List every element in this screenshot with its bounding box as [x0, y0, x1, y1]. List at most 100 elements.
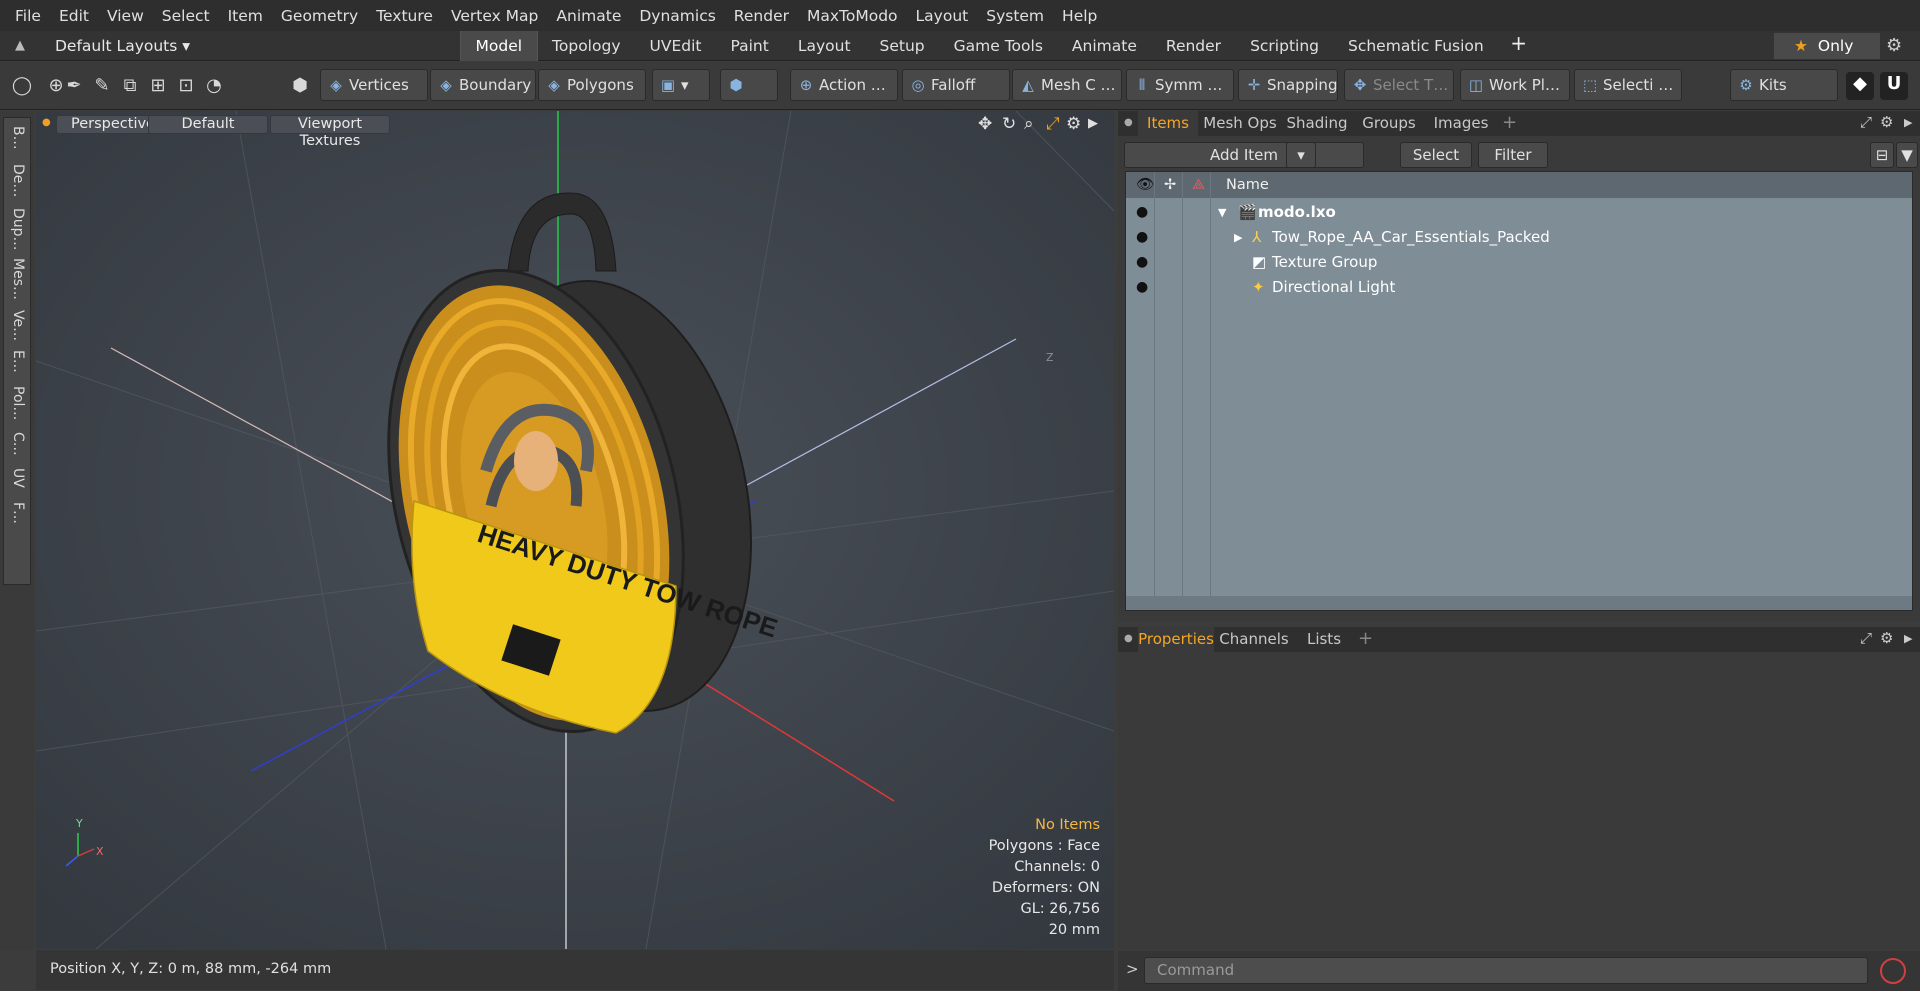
action-button[interactable]: ⊕ Action …	[790, 69, 898, 101]
add-panel-tab-icon[interactable]: +	[1502, 112, 1517, 133]
tab-basic[interactable]: B…	[10, 126, 26, 150]
kits-button[interactable]: ⚙ Kits	[1730, 69, 1838, 101]
visibility-eye-icon[interactable]: ●	[1136, 200, 1148, 225]
tab-lists[interactable]: Lists	[1294, 627, 1354, 652]
rotate-view-icon[interactable]: ↻	[1002, 114, 1016, 134]
tab-animate[interactable]: Animate	[1057, 31, 1151, 61]
filter-funnel-icon[interactable]: ▼	[1896, 142, 1918, 168]
tab-edge[interactable]: E…	[10, 350, 26, 373]
menu-file[interactable]: File	[6, 7, 50, 25]
add-tab-icon[interactable]: +	[1498, 31, 1539, 61]
tab-game-tools[interactable]: Game Tools	[939, 31, 1057, 61]
collapse-arrow-icon[interactable]: ▼	[1218, 200, 1226, 225]
panel-gear-icon[interactable]: ⚙	[1880, 113, 1893, 131]
panel-arrow-icon[interactable]: ▶	[1904, 116, 1912, 129]
menu-edit[interactable]: Edit	[50, 7, 98, 25]
tab-schematic-fusion[interactable]: Schematic Fusion	[1334, 31, 1499, 61]
viewport-textures-dropdown[interactable]: Viewport Textures	[270, 115, 390, 149]
expand-arrow-icon[interactable]: ▶	[1234, 225, 1242, 250]
circle-select-icon[interactable]: ◯	[10, 74, 34, 98]
unity-icon[interactable]: ◆	[1846, 72, 1874, 100]
frame-icon[interactable]: ⊡	[174, 74, 198, 98]
component-icon[interactable]: ⧉	[118, 74, 142, 98]
tab-vertex[interactable]: Ve…	[10, 310, 26, 341]
tab-curve[interactable]: C…	[10, 432, 26, 456]
pie-icon[interactable]: ◔	[202, 74, 226, 98]
mesh-constraints-button[interactable]: ◭ Mesh C …	[1012, 69, 1122, 101]
name-column-header[interactable]: Name	[1226, 172, 1269, 198]
select-through-button[interactable]: ✥ Select T…	[1344, 69, 1454, 101]
work-plane-button[interactable]: ◫ Work Pl…	[1460, 69, 1570, 101]
tab-fusion[interactable]: F…	[10, 502, 26, 524]
falloff-button[interactable]: ◎ Falloff	[902, 69, 1010, 101]
default-layouts-dropdown[interactable]: Default Layouts ▾	[40, 37, 460, 55]
selection-sets-button[interactable]: ⬚ Selecti …	[1574, 69, 1682, 101]
visibility-eye-icon[interactable]: ●	[1136, 275, 1148, 300]
menu-animate[interactable]: Animate	[547, 7, 630, 25]
polygons-button[interactable]: ◈ Polygons	[538, 69, 646, 101]
only-toggle[interactable]: ★ Only	[1774, 33, 1880, 59]
menu-select[interactable]: Select	[153, 7, 219, 25]
visibility-eye-icon[interactable]: ●	[1136, 250, 1148, 275]
tab-deform[interactable]: De…	[10, 164, 26, 197]
menu-item[interactable]: Item	[219, 7, 272, 25]
tab-render[interactable]: Render	[1151, 31, 1235, 61]
add-item-button[interactable]: Add Item	[1124, 142, 1364, 168]
tab-polygon[interactable]: Pol…	[10, 386, 26, 420]
menu-help[interactable]: Help	[1053, 7, 1106, 25]
tree-row-light[interactable]: ● ✦ Directional Light	[1126, 275, 1912, 300]
vertices-button[interactable]: ◈ Vertices	[320, 69, 428, 101]
shield-toggle-button[interactable]: ⬢	[720, 69, 778, 101]
symmetry-button[interactable]: ⫴ Symm …	[1126, 69, 1234, 101]
move-view-icon[interactable]: ✥	[978, 114, 992, 134]
tree-row-texture-group[interactable]: ● ◩ Texture Group	[1126, 250, 1912, 275]
unreal-icon[interactable]: U	[1880, 72, 1908, 100]
menu-geometry[interactable]: Geometry	[272, 7, 367, 25]
menu-maxtomodo[interactable]: MaxToModo	[798, 7, 907, 25]
menu-dynamics[interactable]: Dynamics	[630, 7, 724, 25]
menu-render[interactable]: Render	[725, 7, 798, 25]
lock-column-icon[interactable]: ✢	[1164, 172, 1176, 198]
tab-channels[interactable]: Channels	[1216, 627, 1292, 652]
tab-paint[interactable]: Paint	[716, 31, 783, 61]
add-panel-tab-icon[interactable]: +	[1358, 628, 1373, 649]
3d-viewport[interactable]: HEAVY DUTY TOW ROPE Y X Z ● Perspective …	[36, 111, 1114, 949]
filter-button[interactable]: Filter	[1478, 142, 1548, 168]
snapping-button[interactable]: ✛ Snapping	[1238, 69, 1338, 101]
record-macro-icon[interactable]	[1880, 958, 1906, 984]
gear-icon[interactable]: ⚙	[1886, 35, 1902, 56]
panel-gear-icon[interactable]: ⚙	[1880, 629, 1893, 647]
visibility-column-icon[interactable]: 👁	[1136, 172, 1154, 198]
expand-panel-icon[interactable]: ⤢	[1860, 629, 1872, 647]
brush-icon[interactable]: ✎	[90, 74, 114, 98]
shield-select-icon[interactable]: ⬢	[288, 74, 312, 98]
menu-texture[interactable]: Texture	[367, 7, 442, 25]
tree-row-scene[interactable]: ● ▼ 🎬 modo.lxo	[1126, 200, 1912, 225]
tab-layout[interactable]: Layout	[783, 31, 865, 61]
tab-images[interactable]: Images	[1426, 111, 1496, 136]
menu-system[interactable]: System	[977, 7, 1053, 25]
item-mode-button[interactable]: ▣ ▾	[652, 69, 710, 101]
ref-column-icon[interactable]: ⟁	[1192, 172, 1205, 198]
grid-icon[interactable]: ⊞	[146, 74, 170, 98]
zoom-view-icon[interactable]: ⌕	[1024, 114, 1034, 134]
menu-vertex-map[interactable]: Vertex Map	[442, 7, 547, 25]
add-item-dropdown[interactable]: ▾	[1286, 142, 1316, 168]
tree-horizontal-scrollbar[interactable]	[1126, 596, 1912, 610]
pen-icon[interactable]: ✒	[62, 74, 86, 98]
menu-layout[interactable]: Layout	[907, 7, 978, 25]
viewport-expand-icon[interactable]: ▶	[1088, 116, 1098, 131]
panel-arrow-icon[interactable]: ▶	[1904, 632, 1912, 645]
tab-uv[interactable]: UV	[10, 468, 26, 488]
collapse-icon[interactable]: ⊟	[1870, 142, 1894, 168]
boundary-button[interactable]: ◈ Boundary	[430, 69, 536, 101]
shading-default-dropdown[interactable]: Default	[148, 115, 268, 134]
tab-mesh-ops[interactable]: Mesh Ops	[1200, 111, 1280, 136]
tab-topology[interactable]: Topology	[538, 31, 635, 61]
visibility-eye-icon[interactable]: ●	[1136, 225, 1148, 250]
select-button[interactable]: Select	[1400, 142, 1472, 168]
tab-duplicate[interactable]: Dup…	[10, 208, 26, 251]
tab-scripting[interactable]: Scripting	[1236, 31, 1334, 61]
fit-view-icon[interactable]: ⤢	[1046, 114, 1060, 134]
tab-shading[interactable]: Shading	[1282, 111, 1352, 136]
